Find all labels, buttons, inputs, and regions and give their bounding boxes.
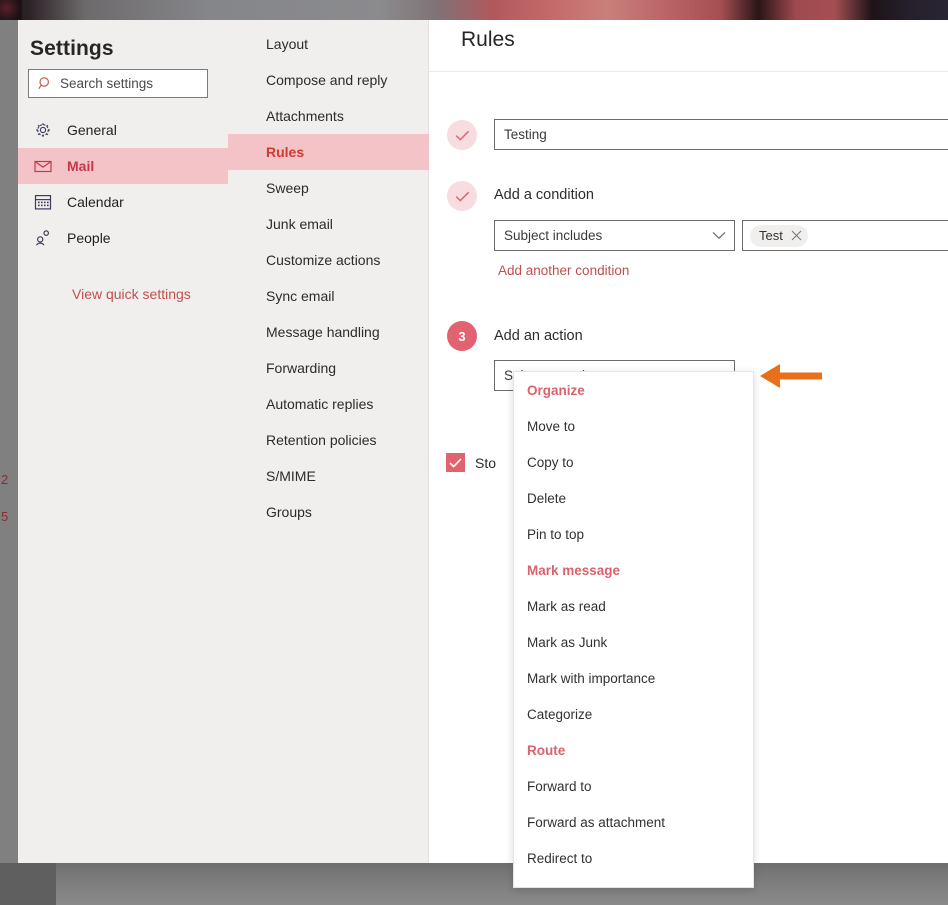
cat-item-smime[interactable]: S/MIME — [228, 458, 429, 494]
check-icon — [455, 130, 470, 141]
cat-item-forwarding[interactable]: Forwarding — [228, 350, 429, 386]
cat-item-automatic-replies[interactable]: Automatic replies — [228, 386, 429, 422]
step-3-badge-active: 3 — [447, 321, 477, 351]
background-top-band — [0, 0, 948, 20]
cat-item-label: Sync email — [266, 288, 334, 304]
step-3-number: 3 — [458, 329, 465, 344]
background-bottom-left-edge — [0, 863, 56, 905]
dropdown-item-categorize[interactable]: Categorize — [514, 696, 753, 732]
sidebar-item-people[interactable]: People — [18, 220, 228, 256]
cat-item-rules[interactable]: Rules — [228, 134, 429, 170]
step-1-badge-complete — [447, 120, 477, 150]
cat-item-sweep[interactable]: Sweep — [228, 170, 429, 206]
sidebar-item-label: General — [67, 122, 117, 138]
mail-category-nav: Layout Compose and reply Attachments Rul… — [228, 20, 429, 863]
background-bottom-area — [0, 863, 948, 905]
cat-item-compose-and-reply[interactable]: Compose and reply — [228, 62, 429, 98]
dropdown-group-header: Route — [514, 732, 753, 768]
background-top-left-accent — [0, 0, 22, 20]
dropdown-item-redirect-to[interactable]: Redirect to — [514, 840, 753, 876]
cat-item-message-handling[interactable]: Message handling — [228, 314, 429, 350]
cat-item-retention-policies[interactable]: Retention policies — [228, 422, 429, 458]
search-settings-input[interactable]: Search settings — [28, 69, 208, 98]
sidebar-item-label: Mail — [67, 158, 94, 174]
person-icon — [33, 228, 53, 248]
cat-item-label: Groups — [266, 504, 312, 520]
sidebar-item-label: Calendar — [67, 194, 124, 210]
dropdown-group-header: Mark message — [514, 552, 753, 588]
add-another-condition-link[interactable]: Add another condition — [498, 263, 629, 278]
condition-value-field[interactable]: Test — [742, 220, 948, 251]
cat-item-label: Attachments — [266, 108, 344, 124]
chevron-down-icon — [712, 231, 726, 240]
sidebar-item-mail[interactable]: Mail — [18, 148, 228, 184]
envelope-icon — [33, 156, 53, 176]
cat-item-label: Customize actions — [266, 252, 380, 268]
add-an-action-heading: Add an action — [494, 328, 583, 344]
stop-processing-checkbox-row[interactable]: Sto — [446, 453, 496, 472]
cat-item-sync-email[interactable]: Sync email — [228, 278, 429, 314]
search-settings-placeholder: Search settings — [60, 76, 153, 91]
condition-type-select[interactable]: Subject includes — [494, 220, 735, 251]
close-icon[interactable] — [791, 230, 802, 241]
stop-processing-checkbox[interactable] — [446, 453, 465, 472]
stop-processing-label: Sto — [475, 455, 496, 471]
dropdown-item-mark-as-junk[interactable]: Mark as Junk — [514, 624, 753, 660]
settings-dialog: Settings Search settings General — [18, 20, 948, 863]
sidebar-item-label: People — [67, 230, 111, 246]
cat-item-attachments[interactable]: Attachments — [228, 98, 429, 134]
check-icon — [455, 191, 470, 202]
dropdown-item-move-to[interactable]: Move to — [514, 408, 753, 444]
background-left-strip — [0, 20, 18, 863]
cat-item-label: Layout — [266, 36, 308, 52]
cat-item-label: Sweep — [266, 180, 309, 196]
rules-panel: Rules Testing Add a condition Subject in… — [429, 20, 948, 863]
page-title: Rules — [461, 28, 515, 52]
action-dropdown-flyout: Organize Move to Copy to Delete Pin to t… — [513, 371, 754, 888]
rule-name-value: Testing — [504, 127, 547, 142]
dropdown-item-forward-as-attachment[interactable]: Forward as attachment — [514, 804, 753, 840]
screenshot-root: 2 5 Settings Search settings — [0, 0, 948, 905]
background-partial-digit: 5 — [1, 509, 17, 524]
condition-token[interactable]: Test — [750, 225, 808, 247]
rule-name-input[interactable]: Testing — [494, 119, 948, 150]
dropdown-item-copy-to[interactable]: Copy to — [514, 444, 753, 480]
cat-item-junk-email[interactable]: Junk email — [228, 206, 429, 242]
cat-item-groups[interactable]: Groups — [228, 494, 429, 530]
dropdown-item-mark-with-importance[interactable]: Mark with importance — [514, 660, 753, 696]
cat-item-label: Junk email — [266, 216, 333, 232]
settings-sidebar: Settings Search settings General — [18, 20, 228, 863]
cat-item-label: Rules — [266, 144, 304, 160]
settings-title: Settings — [30, 37, 114, 61]
add-a-condition-heading: Add a condition — [494, 187, 594, 203]
background-partial-digit: 2 — [1, 472, 17, 487]
check-icon — [449, 458, 462, 468]
search-icon — [38, 76, 53, 91]
condition-token-label: Test — [759, 228, 783, 243]
cat-item-customize-actions[interactable]: Customize actions — [228, 242, 429, 278]
cat-item-label: S/MIME — [266, 468, 316, 484]
cat-item-label: Forwarding — [266, 360, 336, 376]
gear-icon — [33, 120, 53, 140]
cat-item-label: Automatic replies — [266, 396, 373, 412]
step-2-badge-complete — [447, 181, 477, 211]
dropdown-item-mark-as-read[interactable]: Mark as read — [514, 588, 753, 624]
dropdown-item-delete[interactable]: Delete — [514, 480, 753, 516]
sidebar-item-calendar[interactable]: Calendar — [18, 184, 228, 220]
cat-item-label: Message handling — [266, 324, 380, 340]
cat-item-layout[interactable]: Layout — [228, 26, 429, 62]
cat-item-label: Retention policies — [266, 432, 377, 448]
annotation-arrow-left-icon — [754, 360, 824, 392]
sidebar-item-general[interactable]: General — [18, 112, 228, 148]
dropdown-item-forward-to[interactable]: Forward to — [514, 768, 753, 804]
condition-type-value: Subject includes — [504, 228, 602, 243]
calendar-icon — [33, 192, 53, 212]
cat-item-label: Compose and reply — [266, 72, 387, 88]
view-quick-settings-link[interactable]: View quick settings — [72, 286, 191, 302]
dropdown-item-pin-to-top[interactable]: Pin to top — [514, 516, 753, 552]
dropdown-group-header: Organize — [514, 372, 753, 408]
panel-divider — [429, 71, 948, 72]
